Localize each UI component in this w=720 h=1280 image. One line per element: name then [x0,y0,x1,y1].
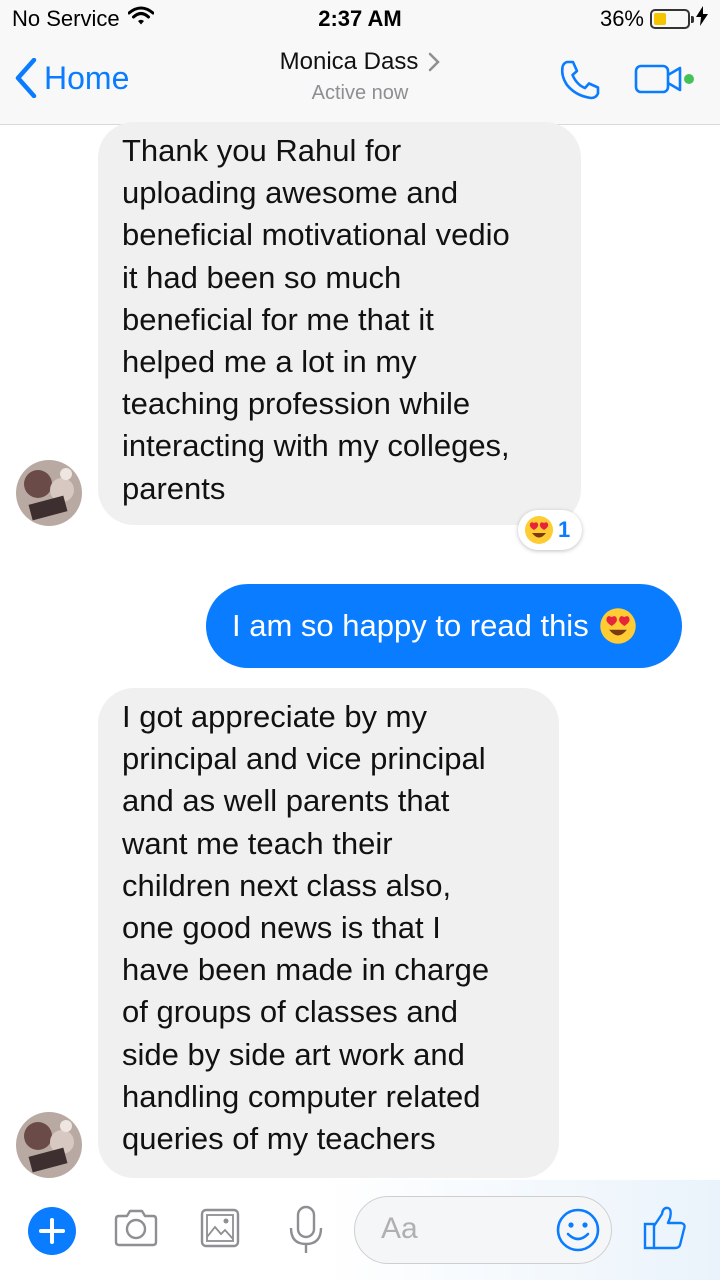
voice-button[interactable] [284,1204,328,1261]
contact-info[interactable]: Monica Dass Active now [0,48,720,105]
reaction-badge[interactable]: 1 [518,510,583,550]
message-bubble-incoming[interactable]: Thank you Rahul for uploading awesome an… [98,122,581,525]
heart-eyes-emoji-icon [525,516,553,544]
message-bubble-incoming[interactable]: I got appreciate by my principal and vic… [98,688,559,1178]
plus-icon[interactable] [28,1207,76,1255]
message-line: of groups of classes and [122,994,459,1030]
message-composer: Aa [0,1180,720,1280]
message-bubble-outgoing[interactable]: I am so happy to read this [206,584,682,668]
status-bar: No Service 2:37 AM 36% [0,0,720,40]
avatar[interactable] [16,1112,82,1178]
heart-eyes-emoji-icon [599,608,636,644]
message-line: want me teach their [122,825,393,861]
contact-name[interactable]: Monica Dass [280,48,419,76]
gallery-button[interactable] [198,1204,244,1257]
voice-call-button[interactable] [558,58,602,107]
avatar[interactable] [16,460,82,526]
camera-button[interactable] [112,1204,160,1257]
message-line: uploading awesome and [122,175,459,211]
image-icon [200,1208,240,1248]
online-dot [684,74,694,84]
message-line: I got appreciate by my [122,699,427,734]
conversation-header: Home Monica Dass Active now [0,40,720,125]
message-line: beneficial motivational vedio [122,217,510,253]
charging-bolt-icon [696,6,708,32]
like-button[interactable] [642,1204,688,1257]
camera-icon [114,1209,158,1247]
message-input[interactable]: Aa [354,1196,612,1264]
message-input-placeholder: Aa [381,1212,418,1245]
message-line: have been made in charge [122,952,490,988]
message-line: teaching profession while [122,386,471,422]
battery-percent: 36% [599,6,644,31]
message-line: beneficial for me that it [122,301,434,337]
battery-icon [650,9,694,29]
thumbs-up-icon [643,1206,686,1250]
message-line: principal and vice principal [122,741,486,777]
message-line: children next class also, [122,867,452,903]
message-line: and as well parents that [122,783,450,819]
emoji-button[interactable] [555,1207,601,1258]
message-line: Thank you Rahul for [122,133,402,168]
message-line: parents [122,470,226,506]
message-text: I am so happy to read this [232,608,589,643]
active-status: Active now [311,82,409,104]
message-line: queries of my teachers [122,1121,436,1157]
message-line: one good news is that I [122,910,441,946]
battery-group: 36% [600,6,708,32]
phone-icon [560,60,600,100]
microphone-icon [289,1205,323,1253]
message-line: interacting with my colleges, [122,428,510,464]
message-line: handling computer related [122,1078,481,1114]
video-call-button[interactable] [634,62,700,103]
message-line: side by side art work and [122,1036,465,1072]
message-line: helped me a lot in my [122,344,417,380]
chevron-right-icon [429,52,441,72]
video-camera-icon [634,64,694,94]
reaction-count: 1 [558,517,571,542]
message-line: it had been so much [122,259,402,295]
emoji-icon [556,1208,600,1252]
